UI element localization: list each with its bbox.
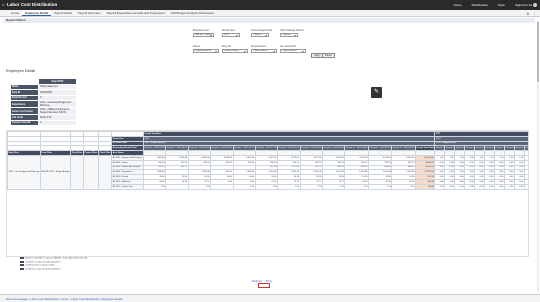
legend-text: and Name is equal to Tatiko (Dawn) Ki	[25, 268, 61, 271]
amount-cell: 7.24	[299, 183, 324, 190]
page-scrollbar[interactable]	[537, 20, 539, 292]
fte-cell: 0.00	[444, 183, 456, 190]
filter-accounting-period: Accounting Period --Select--	[251, 29, 272, 37]
amount-cell	[165, 183, 189, 190]
tab-bar: Home Employee Detail Payroll Detail Payr…	[0, 10, 540, 17]
filter-fiscal-year: Fiscal Year 2022	[222, 29, 240, 37]
amount-cell: 7.24	[344, 183, 369, 190]
emp-value: 1090 - CMMU Performance Support Services…	[38, 107, 77, 115]
emp-value: 0	[38, 119, 77, 126]
legend-text: and Name is equal to Tatiko (Dawn) Ki	[25, 261, 61, 264]
amount-cell: 7.24	[232, 183, 256, 190]
class-cell	[97, 154, 113, 190]
top-bar: ⌂ Labor Cost Distribution Home Dashboard…	[0, 0, 540, 10]
tab-home[interactable]: Home	[8, 10, 22, 16]
tab-payroll-expenditure[interactable]: Payroll Expenditure Actuals and Projecti…	[104, 10, 168, 16]
employee-detail-table: Empl ROX Name Tatiko (Dawn) Ki Emp ID 0001…	[10, 78, 77, 126]
filter-gl-journal-id: GL Journal ID --Select Value--	[280, 45, 306, 53]
breadcrumb-footer: Home Homepage › Labor Cost Distribution …	[0, 294, 540, 302]
amount-cell	[210, 183, 234, 190]
filter-empl-record: Empl Record --Select Value--	[251, 45, 277, 53]
reset-button[interactable]: Reset	[322, 53, 335, 58]
dept-cell: 2012 - Univ Budget and Planning	[7, 154, 41, 190]
emp-key: Department	[10, 100, 39, 108]
amount-cell: 7.24	[391, 183, 416, 190]
emp-key: Position Pool ID	[10, 119, 39, 126]
empl-record-select[interactable]: --Select Value--	[251, 48, 277, 53]
app-title: Labor Cost Distribution	[7, 2, 58, 7]
tab-icons: ⚙ ⋮	[526, 12, 536, 16]
project-cell	[82, 154, 99, 190]
fte-cell: 0.00	[474, 183, 486, 190]
accounting-period-select[interactable]: --Select--	[251, 32, 269, 37]
export-link-highlight[interactable]	[258, 283, 270, 288]
fiscal-year-select[interactable]: 2022	[222, 32, 240, 37]
name-select[interactable]: Tatiko (Dawn) Ki	[193, 48, 219, 53]
legend-line: and Name is equal to Tatiko (Dawn) Ki	[20, 267, 110, 272]
legend-text: Business Unit Filter is equal to SMCNP -…	[25, 257, 87, 260]
tab-gm-budget[interactable]: GM Budget Analysis Parameters	[168, 10, 217, 16]
breadcrumb-home[interactable]: Home Homepage	[6, 297, 28, 301]
pivot-table-container: Period Total Amt FTE Fiscal Year 2022 2022 GL…	[6, 130, 529, 257]
top-links: Home Dashboards Open Signed In As	[454, 3, 532, 7]
amount-cell: 7.24	[142, 183, 167, 190]
amount-cell: 7.24	[277, 183, 301, 190]
prog-cell	[70, 154, 84, 190]
amount-cell: 7.24	[367, 183, 393, 190]
top-link-home[interactable]: Home	[454, 3, 462, 7]
emp-value: 2012 - University Budget and Planning	[38, 100, 77, 108]
legend-swatch	[20, 260, 24, 263]
emp-id-select[interactable]: --Select Value--	[222, 48, 248, 53]
filter-business-unit: Business Unit SMCNP - Santa V	[193, 29, 214, 37]
tab-payroll-detail[interactable]: Payroll Detail	[51, 10, 75, 16]
legend-text: and Fiscal Year is equal to 2022	[25, 264, 55, 267]
fte-cell: 0.00	[513, 183, 525, 190]
report-filters-header: Report Filters	[3, 18, 535, 23]
home-icon[interactable]: ⌂	[2, 2, 6, 7]
pivot-table: Period Total Amt FTE Fiscal Year 2022 2022 GL…	[7, 131, 528, 190]
scrollbar-thumb[interactable]	[537, 22, 539, 82]
top-link-dashboards[interactable]: Dashboards	[472, 3, 488, 7]
fte-cell: 0.00	[454, 183, 466, 190]
fte-cell: 0.00	[434, 183, 446, 190]
acct-name-cell: AC3012 - Vision Care	[111, 183, 144, 190]
top-link-open[interactable]: Open	[498, 3, 505, 7]
user-avatar[interactable]	[533, 2, 537, 7]
export-icon[interactable]: ✎	[371, 87, 382, 98]
emp-key: Home Cost Center	[10, 107, 39, 115]
legend-swatch	[20, 257, 24, 259]
fte-cell: 0.00	[464, 183, 476, 190]
legend-swatch	[20, 264, 24, 267]
fte-cell: 0.00	[484, 183, 496, 190]
settings-icon[interactable]: ⚙	[526, 12, 529, 16]
filter-csc-change-period: CSC Change Period --Select--	[280, 29, 304, 37]
amount-cell: 7.24	[187, 183, 212, 190]
amount-cell: 7.24	[254, 183, 279, 190]
top-link-signed-in[interactable]: Signed In As	[515, 3, 532, 7]
fund-cell: SMCNP 1007 - Budget Analyst	[39, 154, 72, 190]
filter-name: Name Tatiko (Dawn) Ki	[193, 45, 219, 53]
csc-change-period-select[interactable]: --Select--	[280, 32, 298, 37]
more-icon[interactable]: ⋮	[533, 12, 537, 16]
amount-cell: 7.24	[322, 183, 346, 190]
employee-detail-title: Employee Detail	[6, 68, 36, 73]
filter-emp-id: Emp ID --Select Value--	[222, 45, 248, 53]
tab-employee-detail[interactable]: Employee Detail	[22, 10, 52, 16]
filter-legend: Business Unit Filter is equal to SMCNP -…	[20, 257, 110, 271]
breadcrumb-lcd-home[interactable]: Labor Cost Distribution / Home	[30, 297, 68, 301]
row-total-cell: 86.88	[414, 183, 436, 190]
fte-cell: 0.00	[523, 183, 528, 190]
breadcrumb-employee-detail[interactable]: Labor Cost Distribution / Employee Detai…	[71, 297, 122, 301]
fte-cell: 0.00	[503, 183, 515, 190]
business-unit-select[interactable]: SMCNP - Santa V	[193, 32, 214, 37]
legend-swatch	[20, 267, 24, 270]
fte-cell: 0.00	[494, 183, 505, 190]
tab-payroll-summary[interactable]: Payroll Summary	[75, 10, 104, 16]
gl-journal-id-select[interactable]: --Select Value--	[280, 48, 306, 53]
